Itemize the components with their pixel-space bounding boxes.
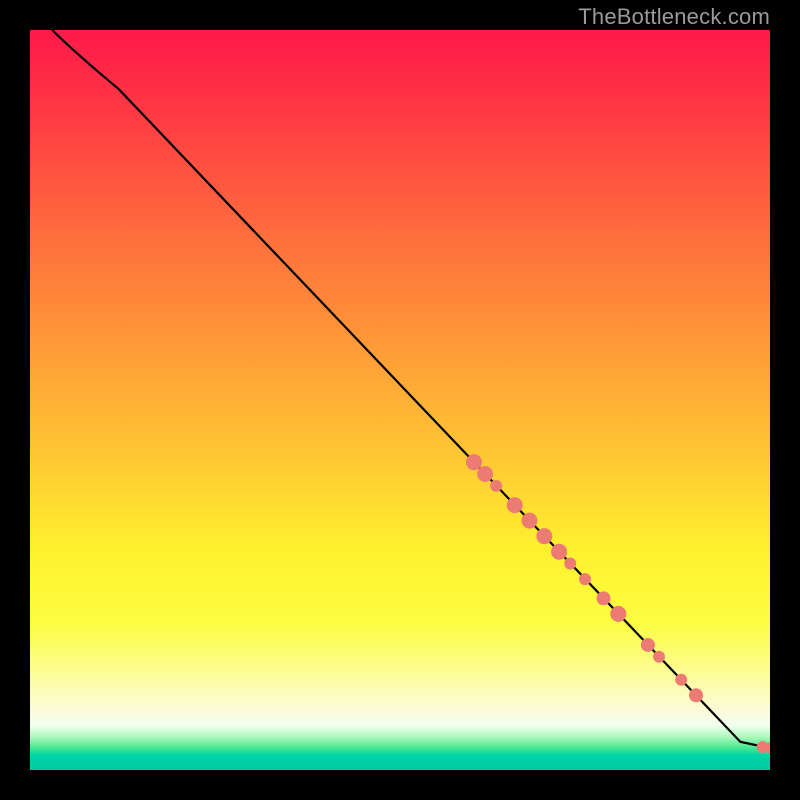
highlighted-point xyxy=(466,454,482,470)
highlighted-point xyxy=(507,497,523,513)
highlighted-points-group xyxy=(466,454,770,754)
highlighted-point xyxy=(675,674,687,686)
highlighted-point xyxy=(610,606,626,622)
highlighted-point xyxy=(579,573,591,585)
chart-svg-layer xyxy=(30,30,770,770)
highlighted-point xyxy=(490,480,502,492)
highlighted-point xyxy=(522,513,538,529)
highlighted-point xyxy=(536,528,552,544)
highlighted-point xyxy=(597,591,611,605)
highlighted-point xyxy=(653,651,665,663)
chart-area xyxy=(30,30,770,770)
highlighted-point xyxy=(551,544,567,560)
highlighted-point xyxy=(564,558,576,570)
bottleneck-curve xyxy=(52,30,770,748)
highlighted-point xyxy=(641,638,655,652)
highlighted-point xyxy=(477,466,493,482)
highlighted-point xyxy=(689,688,703,702)
watermark-text: TheBottleneck.com xyxy=(578,4,770,30)
